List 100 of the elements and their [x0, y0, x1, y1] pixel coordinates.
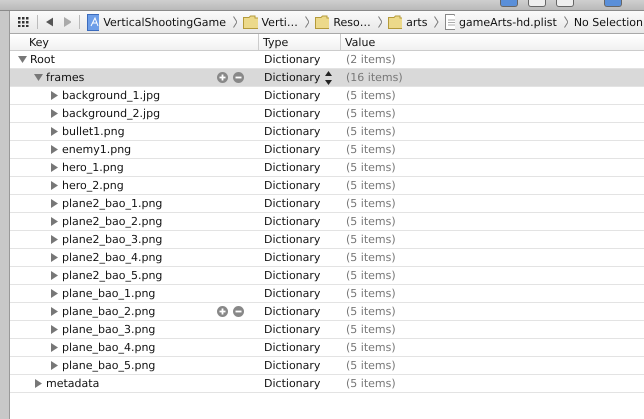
- breadcrumb-item[interactable]: Reso…: [333, 16, 371, 28]
- folder-icon: [388, 15, 402, 29]
- type-text: Dictionary: [264, 125, 320, 138]
- value-text: (5 items): [346, 197, 396, 210]
- table-row[interactable]: plane_bao_1.png Dictionary (5 items): [10, 285, 644, 303]
- folder-icon: [314, 15, 330, 29]
- key-text: frames: [46, 71, 84, 84]
- key-text: plane_bao_2.png: [62, 305, 156, 318]
- expand-triangle-icon[interactable]: [50, 109, 59, 118]
- stepper-icon[interactable]: [325, 70, 332, 84]
- value-text: (2 items): [346, 53, 396, 66]
- toolbar-button[interactable]: [500, 0, 518, 7]
- table-row[interactable]: plane_bao_4.png Dictionary (5 items): [10, 339, 644, 357]
- expand-triangle-icon[interactable]: [50, 271, 59, 280]
- add-icon[interactable]: [217, 306, 228, 317]
- expand-triangle-icon[interactable]: [50, 91, 59, 100]
- chevron-icon: [233, 16, 238, 28]
- folder-icon: [243, 15, 258, 29]
- value-text: (5 items): [346, 377, 396, 390]
- grid-icon[interactable]: [18, 17, 30, 27]
- expand-triangle-icon[interactable]: [50, 127, 59, 136]
- key-text: background_2.jpg: [62, 107, 160, 120]
- table-row[interactable]: plane2_bao_3.png Dictionary (5 items): [10, 231, 644, 249]
- value-text: (5 items): [346, 251, 396, 264]
- expand-triangle-icon[interactable]: [50, 361, 59, 370]
- key-text: Root: [30, 53, 55, 66]
- expand-triangle-icon[interactable]: [50, 145, 59, 154]
- expand-triangle-icon[interactable]: [50, 181, 59, 190]
- type-text: Dictionary: [264, 233, 320, 246]
- type-text: Dictionary: [264, 161, 320, 174]
- chevron-icon: [304, 16, 309, 28]
- key-text: plane_bao_4.png: [62, 341, 156, 354]
- key-text: hero_1.png: [62, 161, 124, 174]
- table-row[interactable]: hero_2.png Dictionary (5 items): [10, 177, 644, 195]
- table-row[interactable]: plane2_bao_2.png Dictionary (5 items): [10, 213, 644, 231]
- table-row[interactable]: bullet1.png Dictionary (5 items): [10, 123, 644, 141]
- toolbar-button[interactable]: [556, 0, 574, 7]
- value-text: (5 items): [346, 233, 396, 246]
- column-header[interactable]: Key: [10, 36, 258, 48]
- toolbar-button[interactable]: [528, 0, 546, 7]
- type-text: Dictionary: [264, 89, 320, 102]
- back-icon[interactable]: [46, 17, 54, 27]
- collapse-triangle-icon[interactable]: [34, 73, 43, 82]
- type-text: Dictionary: [264, 53, 320, 66]
- table-row[interactable]: plane_bao_3.png Dictionary (5 items): [10, 321, 644, 339]
- expand-triangle-icon[interactable]: [50, 235, 59, 244]
- selected-row[interactable]: frames Dictionary (16 items): [10, 69, 644, 87]
- value-text: (5 items): [346, 143, 396, 156]
- value-text: (5 items): [346, 107, 396, 120]
- value-text: (5 items): [346, 341, 396, 354]
- chevron-icon: [378, 16, 382, 28]
- remove-icon[interactable]: [233, 72, 244, 83]
- expand-triangle-icon[interactable]: [50, 289, 59, 298]
- table-row[interactable]: plane_bao_2.png Dictionary (5 items): [10, 303, 644, 321]
- value-text: (5 items): [346, 179, 396, 192]
- table-row[interactable]: plane2_bao_5.png Dictionary (5 items): [10, 267, 644, 285]
- expand-triangle-icon[interactable]: [34, 379, 43, 388]
- key-text: plane_bao_3.png: [62, 323, 156, 336]
- expand-triangle-icon[interactable]: [50, 307, 59, 316]
- column-header[interactable]: Value: [340, 34, 644, 50]
- expand-triangle-icon[interactable]: [50, 253, 59, 262]
- breadcrumb-item[interactable]: gameArts-hd.plist: [458, 16, 557, 28]
- breadcrumb-item[interactable]: arts: [406, 16, 428, 28]
- table-row[interactable]: metadata Dictionary (5 items): [10, 375, 644, 393]
- breadcrumb-item[interactable]: No Selection: [574, 16, 643, 28]
- type-text: Dictionary: [264, 107, 320, 120]
- value-text: (5 items): [346, 323, 396, 336]
- table-row[interactable]: plane_bao_5.png Dictionary (5 items): [10, 357, 644, 375]
- expand-triangle-icon[interactable]: [50, 217, 59, 226]
- remove-icon[interactable]: [233, 306, 244, 317]
- type-text: Dictionary: [264, 197, 320, 210]
- key-text: metadata: [46, 377, 100, 390]
- project-icon: [87, 14, 100, 30]
- breadcrumb-item[interactable]: VerticalShootingGame: [103, 16, 226, 28]
- value-text: (5 items): [346, 215, 396, 228]
- document-icon: [444, 14, 455, 30]
- table-row[interactable]: enemy1.png Dictionary (5 items): [10, 141, 644, 159]
- expand-triangle-icon[interactable]: [50, 325, 59, 334]
- breadcrumb-item[interactable]: Verti…: [262, 16, 298, 28]
- key-text: plane2_bao_5.png: [62, 269, 162, 282]
- column-header[interactable]: Type: [258, 34, 340, 50]
- key-text: hero_2.png: [62, 179, 124, 192]
- type-text: Dictionary: [264, 71, 320, 84]
- toolbar-button[interactable]: [604, 0, 622, 7]
- add-icon[interactable]: [217, 72, 228, 83]
- expand-triangle-icon[interactable]: [50, 343, 59, 352]
- value-text: (5 items): [346, 359, 396, 372]
- chevron-icon: [564, 16, 568, 28]
- table-row[interactable]: background_2.jpg Dictionary (5 items): [10, 105, 644, 123]
- table-row[interactable]: background_1.jpg Dictionary (5 items): [10, 87, 644, 105]
- type-text: Dictionary: [264, 359, 320, 372]
- collapse-triangle-icon[interactable]: [18, 55, 27, 64]
- key-text: plane2_bao_2.png: [62, 215, 162, 228]
- table-row[interactable]: hero_1.png Dictionary (5 items): [10, 159, 644, 177]
- expand-triangle-icon[interactable]: [50, 163, 59, 172]
- type-text: Dictionary: [264, 143, 320, 156]
- key-text: plane2_bao_4.png: [62, 251, 162, 264]
- table-row[interactable]: plane2_bao_1.png Dictionary (5 items): [10, 195, 644, 213]
- table-row[interactable]: plane2_bao_4.png Dictionary (5 items): [10, 249, 644, 267]
- expand-triangle-icon[interactable]: [50, 199, 59, 208]
